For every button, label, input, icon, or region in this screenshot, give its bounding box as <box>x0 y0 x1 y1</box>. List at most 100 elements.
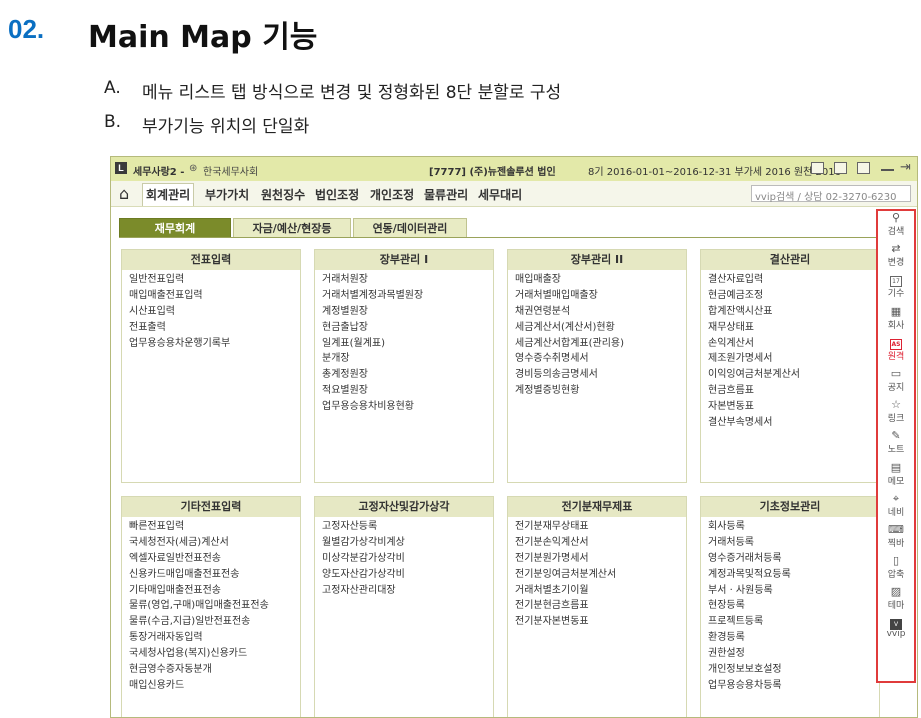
menu-link[interactable]: 거래처별매입매출장 <box>508 288 686 304</box>
menu-link[interactable]: 빠른전표입력 <box>122 519 300 535</box>
tab-integration-data[interactable]: 연동/데이터관리 <box>353 218 467 237</box>
quick-memo[interactable]: ▤ 메모 <box>878 461 914 492</box>
menu-link[interactable]: 거래처등록 <box>701 535 879 551</box>
menu-link[interactable]: 계정별증빙현황 <box>508 383 686 399</box>
menu-link[interactable]: 거래처별초기이월 <box>508 583 686 599</box>
menu-link[interactable]: 개인정보보호설정 <box>701 662 879 678</box>
menu-link[interactable]: 손익계산서 <box>701 336 879 352</box>
menu-link[interactable]: 거래처별계정과목별원장 <box>315 288 493 304</box>
menu-link[interactable]: 매입매출장 <box>508 272 686 288</box>
menu-link[interactable]: 고정자산등록 <box>315 519 493 535</box>
menu-link[interactable]: 일계표(월계표) <box>315 336 493 352</box>
quick-company[interactable]: ▦ 회사 <box>878 305 914 336</box>
menu-link[interactable]: 현금출납장 <box>315 320 493 336</box>
minimize-icon[interactable] <box>881 162 894 171</box>
menu-link[interactable]: 합계잔액시산표 <box>701 304 879 320</box>
quick-period[interactable]: 17 기수 <box>878 273 914 304</box>
menu-link[interactable]: 미상각분감가상각비 <box>315 551 493 567</box>
menu-link[interactable]: 결산부속명세서 <box>701 415 879 431</box>
menu-link[interactable]: 이익잉여금처분계산서 <box>701 367 879 383</box>
menu-link[interactable]: 전기분재무상태표 <box>508 519 686 535</box>
quick-remote[interactable]: AS 원격 <box>878 336 914 367</box>
calculator-icon[interactable] <box>811 162 824 174</box>
quick-note[interactable]: ✎ 노트 <box>878 429 914 460</box>
bullet-item: A. 메뉴 리스트 탭 방식으로 변경 및 정형화된 8단 분할로 구성 <box>104 78 561 112</box>
menu-link[interactable]: 통장거래자동입력 <box>122 630 300 646</box>
menu-link[interactable]: 현금예금조정 <box>701 288 879 304</box>
menu-link[interactable]: 국세청사업용(복지)신용카드 <box>122 646 300 662</box>
menu-tax-agent[interactable]: 세무대리 <box>478 186 522 203</box>
menu-link[interactable]: 부서 · 사원등록 <box>701 583 879 599</box>
quick-label: 노트 <box>887 445 905 456</box>
menu-link[interactable]: 기타매입매출전표전송 <box>122 583 300 599</box>
home-icon[interactable]: ⌂ <box>119 184 129 203</box>
menu-link[interactable]: 영수증거래처등록 <box>701 551 879 567</box>
menu-link[interactable]: 전기분잉여금처분계산서 <box>508 567 686 583</box>
menu-link[interactable]: 분개장 <box>315 351 493 367</box>
menu-link[interactable]: 자본변동표 <box>701 399 879 415</box>
menu-link[interactable]: 전표출력 <box>122 320 300 336</box>
menu-link[interactable]: 권한설정 <box>701 646 879 662</box>
quick-shortcut[interactable]: ⌨ 찍바 <box>878 523 914 554</box>
quick-navi[interactable]: ⌖ 네비 <box>878 492 914 523</box>
menu-link[interactable]: 현금흐름표 <box>701 383 879 399</box>
menu-link[interactable]: 전기분원가명세서 <box>508 551 686 567</box>
menu-link[interactable]: 현장등록 <box>701 598 879 614</box>
quick-search[interactable]: ⚲ 검색 <box>878 211 914 242</box>
menu-link[interactable]: 영수증수취명세서 <box>508 351 686 367</box>
quick-link[interactable]: ☆ 링크 <box>878 398 914 429</box>
menu-link[interactable]: 적요별원장 <box>315 383 493 399</box>
menu-link[interactable]: 일반전표입력 <box>122 272 300 288</box>
menu-link[interactable]: 제조원가명세서 <box>701 351 879 367</box>
menu-link[interactable]: 환경등록 <box>701 630 879 646</box>
menu-personal-adjust[interactable]: 개인조정 <box>370 186 414 203</box>
menu-link[interactable]: 세금계산서합계표(관리용) <box>508 336 686 352</box>
menu-link[interactable]: 세금계산서(계산서)현황 <box>508 320 686 336</box>
layout-icon[interactable] <box>857 162 870 174</box>
menu-link[interactable]: 시산표입력 <box>122 304 300 320</box>
menu-link[interactable]: 물류(수금,지급)일반전표전송 <box>122 614 300 630</box>
menu-link[interactable]: 총계정원장 <box>315 367 493 383</box>
quick-theme[interactable]: ▨ 테마 <box>878 585 914 616</box>
panel-title: 기초정보관리 <box>701 497 879 517</box>
window-icon[interactable] <box>834 162 847 174</box>
quick-vvip[interactable]: V vvip <box>878 616 914 647</box>
menu-link[interactable]: 재무상태표 <box>701 320 879 336</box>
menu-link[interactable]: 월별감가상각비계상 <box>315 535 493 551</box>
menu-link[interactable]: 양도자산감가상각비 <box>315 567 493 583</box>
menu-link[interactable]: 회사등록 <box>701 519 879 535</box>
menu-link[interactable]: 프로젝트등록 <box>701 614 879 630</box>
menu-link[interactable]: 현금영수증자동분개 <box>122 662 300 678</box>
menu-link[interactable]: 업무용승용차비용현황 <box>315 399 493 415</box>
menu-link[interactable]: 고정자산관리대장 <box>315 583 493 599</box>
menu-link[interactable]: 업무용승용차운행기록부 <box>122 336 300 352</box>
quick-compress[interactable]: ▯ 압축 <box>878 554 914 585</box>
menu-link[interactable]: 전기분자본변동표 <box>508 614 686 630</box>
menu-link[interactable]: 물류(영업,구매)매입매출전표전송 <box>122 598 300 614</box>
menu-link[interactable]: 거래처원장 <box>315 272 493 288</box>
menu-link[interactable]: 매입신용카드 <box>122 678 300 694</box>
menu-link[interactable]: 경비등의송금명세서 <box>508 367 686 383</box>
menu-logistics[interactable]: 물류관리 <box>424 186 468 203</box>
menu-link[interactable]: 계정별원장 <box>315 304 493 320</box>
menu-link[interactable]: 결산자료입력 <box>701 272 879 288</box>
menu-link[interactable]: 계정과목및적요등록 <box>701 567 879 583</box>
tab-financial-accounting[interactable]: 재무회계 <box>119 218 231 237</box>
menu-link[interactable]: 전기분현금흐름표 <box>508 598 686 614</box>
menu-link[interactable]: 엑셀자료일반전표전송 <box>122 551 300 567</box>
menu-link[interactable]: 국세청전자(세금)계산서 <box>122 535 300 551</box>
exit-icon[interactable]: ⇥ <box>900 161 913 174</box>
menu-link[interactable]: 업무용승용차등록 <box>701 678 879 694</box>
menu-withholding[interactable]: 원천징수 <box>261 186 305 203</box>
quick-change[interactable]: ⇄ 변경 <box>878 242 914 273</box>
menu-link[interactable]: 매입매출전표입력 <box>122 288 300 304</box>
menu-link[interactable]: 신용카드매입매출전표전송 <box>122 567 300 583</box>
vvip-search-input[interactable]: vvip검색 / 상담 02-3270-6230 <box>751 185 911 203</box>
tab-funds-budget[interactable]: 자금/예산/현장등 <box>233 218 351 237</box>
menu-link[interactable]: 채권연령분석 <box>508 304 686 320</box>
menu-corporate-adjust[interactable]: 법인조정 <box>315 186 359 203</box>
menu-vat[interactable]: 부가가치 <box>205 186 249 203</box>
menu-link[interactable]: 전기분손익계산서 <box>508 535 686 551</box>
menu-accounting[interactable]: 회계관리 <box>142 183 195 206</box>
quick-notice[interactable]: ▭ 공지 <box>878 367 914 398</box>
